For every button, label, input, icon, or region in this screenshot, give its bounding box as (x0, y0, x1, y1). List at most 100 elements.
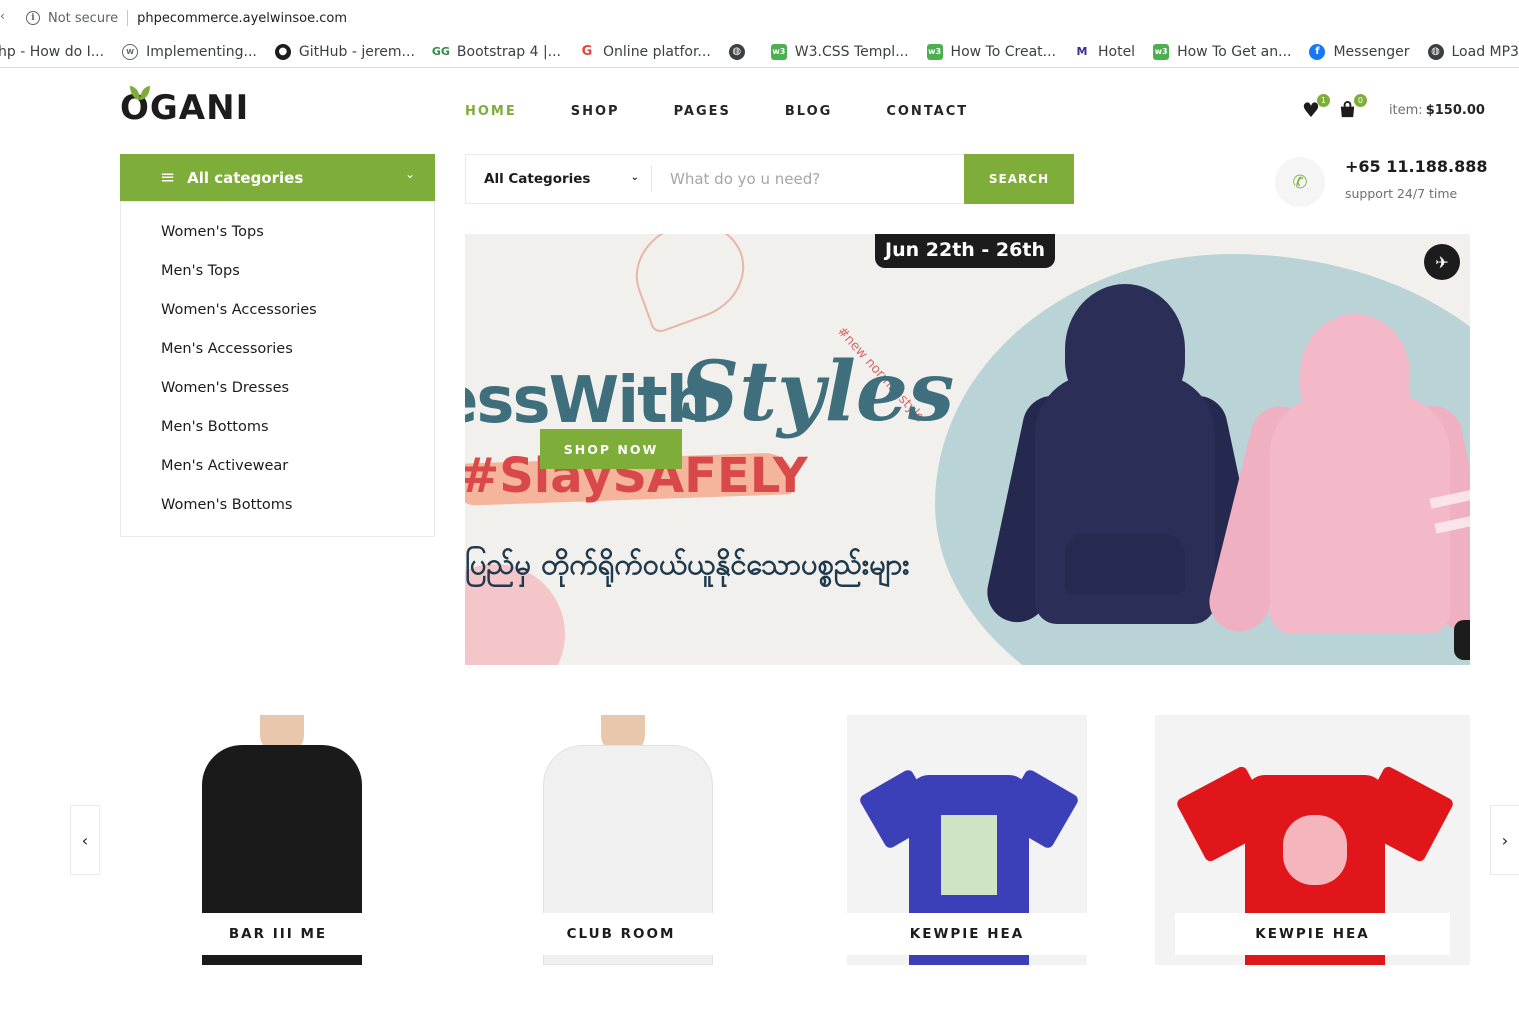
menu-icon: ≡ (160, 167, 176, 188)
category-item[interactable]: Men's Tops (121, 255, 434, 294)
url-text[interactable]: phpecommerce.ayelwinsoe.com (137, 11, 347, 26)
bookmark-item[interactable]: w3 How To Creat... (926, 43, 1056, 60)
bookmark-label: W3.CSS Templ... (794, 43, 909, 60)
wishlist-button[interactable]: ♥ 1 (1302, 94, 1330, 122)
product-name: KEWPIE HEA (1175, 913, 1450, 955)
bookmark-item[interactable]: f Messenger (1309, 43, 1410, 60)
banner-edge (1454, 620, 1470, 660)
bookmark-label: How To Creat... (950, 43, 1056, 60)
bookmark-label: Bootstrap 4 |... (456, 43, 562, 60)
cart-total: $150.00 (1425, 102, 1485, 118)
globe-icon: ◍ (728, 43, 745, 60)
carousel-prev-button[interactable]: ‹ (70, 805, 100, 875)
bookmark-item[interactable]: GG Bootstrap 4 |... (431, 43, 562, 60)
hero-date-badge: Jun 22th - 26th (875, 234, 1055, 268)
url-field[interactable]: i Not secure phpecommerce.ayelwinsoe.com (14, 4, 1519, 32)
phone-number: +65 11.188.888 (1345, 157, 1488, 176)
category-item[interactable]: Women's Dresses (121, 372, 434, 411)
bookmark-item[interactable]: G Online platfor... (579, 44, 711, 60)
product-name: KEWPIE HEA (847, 913, 1087, 955)
bookmark-label: Online platfor... (603, 43, 711, 60)
hero-burmese-text: ပြည်မှ တိုက်ရိုက်ဝယ်ယူနိုင်သောပစ္စည်းမျာ… (465, 547, 910, 581)
bookmarks-bar: hp - How do I... W Implementing... ● Git… (0, 36, 1519, 68)
product-card[interactable]: KEWPIE HEA (847, 715, 1087, 965)
bookmark-item[interactable]: ◍ Load MP3's (1427, 43, 1519, 60)
all-categories-toggle[interactable]: ≡ All categories ⌄ (120, 154, 435, 201)
hero-script-title: Styles (680, 344, 955, 440)
browser-address-bar: ‹ i Not secure phpecommerce.ayelwinsoe.c… (0, 0, 1519, 36)
hotel-icon: M (1076, 45, 1088, 58)
chevron-left-icon: ‹ (81, 830, 89, 850)
monstera-leaf-icon (622, 234, 758, 335)
category-item[interactable]: Women's Tops (121, 216, 434, 255)
chevron-down-icon: ⌄ (404, 167, 415, 181)
w3-icon: w3 (770, 43, 787, 60)
category-item[interactable]: Women's Accessories (121, 294, 434, 333)
category-item[interactable]: Women's Bottoms (121, 489, 434, 528)
w3-icon: w3 (926, 43, 943, 60)
cart-item-label: item: (1388, 102, 1423, 118)
header-cart: ♥ 1 0 item: $150.00 (1302, 94, 1485, 122)
bookmark-item[interactable]: ● GitHub - jerem... (274, 43, 415, 60)
bookmark-label: hp - How do I... (0, 43, 105, 60)
product-card[interactable]: BAR III ME (158, 715, 398, 965)
bookmark-item[interactable]: M Hotel (1074, 43, 1136, 60)
product-name: BAR III ME (158, 913, 398, 955)
wishlist-count-badge: 1 (1316, 94, 1330, 107)
nav-home[interactable]: HOME (465, 104, 517, 119)
category-item[interactable]: Men's Activewear (121, 450, 434, 489)
product-card[interactable]: CLUB ROOM (501, 715, 741, 965)
hero-banner: Jun 22th - 26th #new normal style essWit… (465, 234, 1470, 665)
github-icon: ● (274, 43, 291, 60)
main-nav: HOME SHOP PAGES BLOG CONTACT (465, 104, 1022, 119)
not-secure-label: Not secure (48, 10, 119, 26)
shop-now-button[interactable]: SHOP NOW (540, 429, 682, 469)
chevron-down-icon: ⌄ (630, 172, 639, 183)
search-form: All Categories ⌄ (465, 154, 965, 204)
w3-icon: w3 (1153, 43, 1170, 60)
bookmark-label: How To Get an... (1177, 43, 1292, 60)
globe-icon: ◍ (1427, 43, 1444, 60)
search-input[interactable] (652, 155, 964, 203)
carousel-next-button[interactable]: › (1490, 805, 1519, 875)
category-item[interactable]: Men's Accessories (121, 333, 434, 372)
plane-icon: ✈ (1424, 244, 1460, 280)
category-item[interactable]: Men's Bottoms (121, 411, 434, 450)
bookmark-label: Implementing... (146, 43, 257, 60)
chevron-left-icon[interactable]: ‹ (0, 9, 5, 23)
w3-icon: W (122, 43, 139, 60)
nav-blog[interactable]: BLOG (785, 104, 832, 119)
cart-button[interactable]: 0 (1338, 94, 1367, 122)
product-card[interactable]: KEWPIE HEA (1155, 715, 1470, 965)
bookmark-label: GitHub - jerem... (298, 43, 415, 60)
bookmark-item[interactable]: hp - How do I... (0, 44, 104, 60)
product-name: CLUB ROOM (501, 913, 741, 955)
category-list: Women's Tops Men's Tops Women's Accessor… (120, 201, 435, 537)
bookmark-label: Load MP3's (1451, 43, 1519, 60)
phone-support-text: support 24/7 time (1345, 186, 1458, 201)
bookmark-item[interactable]: ◍ (728, 43, 753, 60)
site-logo[interactable]: OGANI (120, 86, 250, 136)
categories-title: All categories (187, 168, 304, 187)
url-divider (127, 10, 129, 26)
g-icon: G (581, 44, 593, 59)
bookmark-label: Messenger (1333, 43, 1410, 60)
logo-text: OGANI (120, 88, 250, 128)
bookmark-item[interactable]: w3 How To Get an... (1153, 43, 1292, 60)
nav-shop[interactable]: SHOP (571, 104, 620, 119)
nav-contact[interactable]: CONTACT (886, 104, 968, 119)
gfg-icon: GG (431, 45, 450, 58)
facebook-icon: f (1309, 43, 1326, 60)
bookmark-item[interactable]: w3 W3.CSS Templ... (770, 43, 909, 60)
nav-pages[interactable]: PAGES (674, 104, 731, 119)
search-category-select[interactable]: All Categories ⌄ (466, 155, 651, 203)
bookmark-label: Hotel (1097, 43, 1136, 60)
info-icon[interactable]: i (26, 11, 40, 25)
bookmark-item[interactable]: W Implementing... (122, 43, 257, 60)
phone-icon: ✆ (1275, 157, 1325, 207)
hero-title: essWith (465, 364, 711, 438)
search-category-value: All Categories (484, 171, 591, 187)
cart-count-badge: 0 (1353, 94, 1367, 107)
search-button[interactable]: SEARCH (964, 154, 1074, 204)
chevron-right-icon: › (1501, 830, 1509, 850)
